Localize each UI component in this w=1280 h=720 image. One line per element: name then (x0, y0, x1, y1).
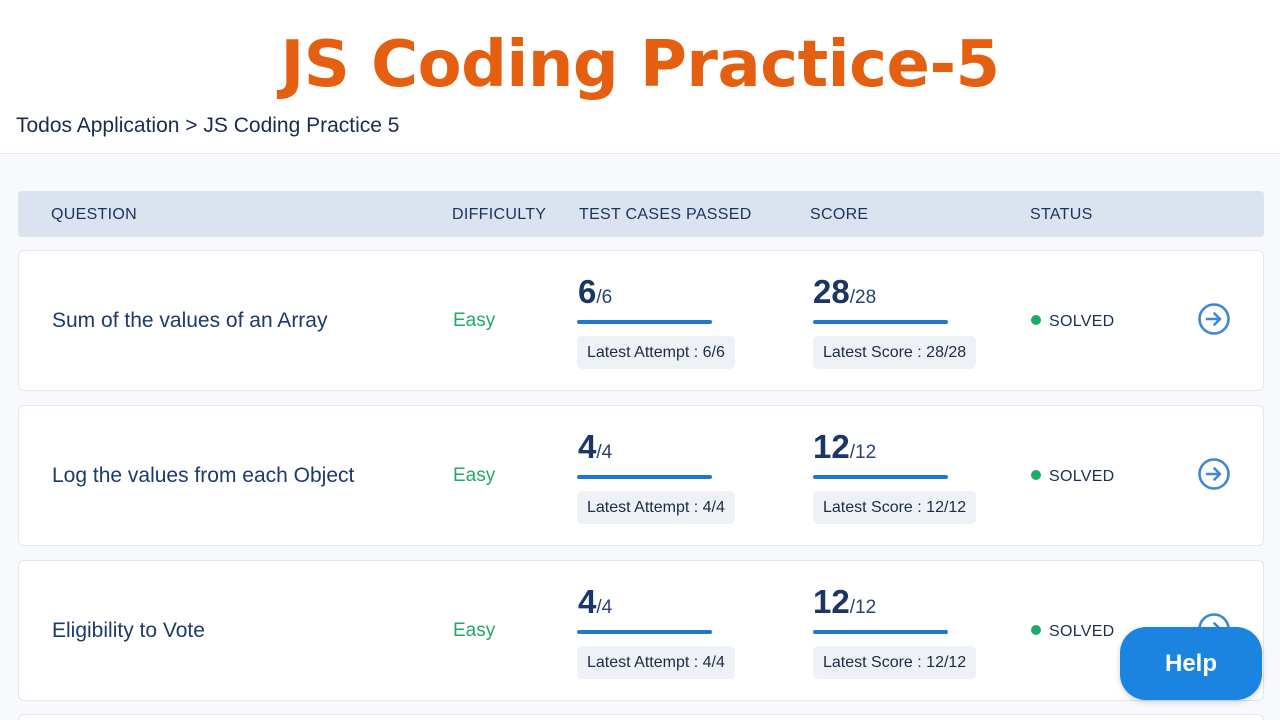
score-progress-bar (813, 630, 948, 634)
score-value: 28 (813, 273, 850, 310)
column-header-status: STATUS (1030, 206, 1093, 223)
question-row[interactable]: Sum of the values of an Array Easy 6/6 L… (18, 250, 1264, 391)
status-badge: SOLVED (1031, 623, 1115, 641)
tests-progress-bar (577, 475, 712, 479)
latest-score-badge: Latest Score : 12/12 (813, 646, 977, 679)
status-label: SOLVED (1049, 468, 1115, 485)
page-title: JS Coding Practice-5 (280, 28, 1000, 102)
tests-passed-value: 4 (578, 583, 597, 620)
tests-total-value: /6 (596, 287, 613, 308)
column-header-test-cases-passed: TEST CASES PASSED (579, 206, 752, 223)
tests-progress-bar (577, 320, 712, 324)
tests-total-value: /4 (596, 597, 613, 618)
column-header-question: QUESTION (51, 206, 137, 223)
question-row[interactable]: Log the values from each Object Easy 4/4… (18, 405, 1264, 546)
status-badge: SOLVED (1031, 313, 1115, 331)
score: 12/12 (813, 583, 876, 621)
status-dot-icon (1031, 625, 1041, 635)
help-button[interactable]: Help (1120, 627, 1262, 700)
score-value: 12 (813, 428, 850, 465)
status-dot-icon (1031, 470, 1041, 480)
table-header: QUESTION DIFFICULTY TEST CASES PASSED SC… (18, 191, 1264, 237)
status-dot-icon (1031, 315, 1041, 325)
status-badge: SOLVED (1031, 468, 1115, 486)
score-progress-bar (813, 475, 948, 479)
test-cases-passed: 6/6 (578, 273, 612, 311)
question-row[interactable]: Eligibility to Vote Easy 4/4 Latest Atte… (18, 560, 1264, 701)
breadcrumb[interactable]: Todos Application > JS Coding Practice 5 (16, 114, 399, 138)
latest-score-badge: Latest Score : 28/28 (813, 336, 977, 369)
question-title[interactable]: Sum of the values of an Array (52, 309, 327, 333)
score-total-value: /12 (849, 442, 877, 463)
status-label: SOLVED (1049, 623, 1115, 640)
test-cases-passed: 4/4 (578, 428, 612, 466)
difficulty-label: Easy (453, 465, 496, 486)
latest-attempt-badge: Latest Attempt : 4/4 (577, 646, 735, 679)
score-total-value: /28 (849, 287, 877, 308)
score: 12/12 (813, 428, 876, 466)
column-header-score: SCORE (810, 206, 869, 223)
status-label: SOLVED (1049, 313, 1115, 330)
difficulty-label: Easy (453, 620, 496, 641)
latest-attempt-badge: Latest Attempt : 4/4 (577, 491, 735, 524)
tests-progress-bar (577, 630, 712, 634)
score-value: 12 (813, 583, 850, 620)
latest-attempt-badge: Latest Attempt : 6/6 (577, 336, 735, 369)
question-row[interactable] (18, 714, 1264, 720)
arrow-right-circle-icon[interactable] (1197, 457, 1231, 491)
arrow-right-circle-icon[interactable] (1197, 302, 1231, 336)
question-title[interactable]: Log the values from each Object (52, 464, 354, 488)
latest-score-badge: Latest Score : 12/12 (813, 491, 977, 524)
tests-passed-value: 4 (578, 428, 597, 465)
question-title[interactable]: Eligibility to Vote (52, 619, 205, 643)
column-header-difficulty: DIFFICULTY (452, 206, 547, 223)
score: 28/28 (813, 273, 876, 311)
test-cases-passed: 4/4 (578, 583, 612, 621)
tests-total-value: /4 (596, 442, 613, 463)
score-total-value: /12 (849, 597, 877, 618)
score-progress-bar (813, 320, 948, 324)
difficulty-label: Easy (453, 310, 496, 331)
tests-passed-value: 6 (578, 273, 597, 310)
page-header: JS Coding Practice-5 Todos Application >… (0, 0, 1280, 154)
